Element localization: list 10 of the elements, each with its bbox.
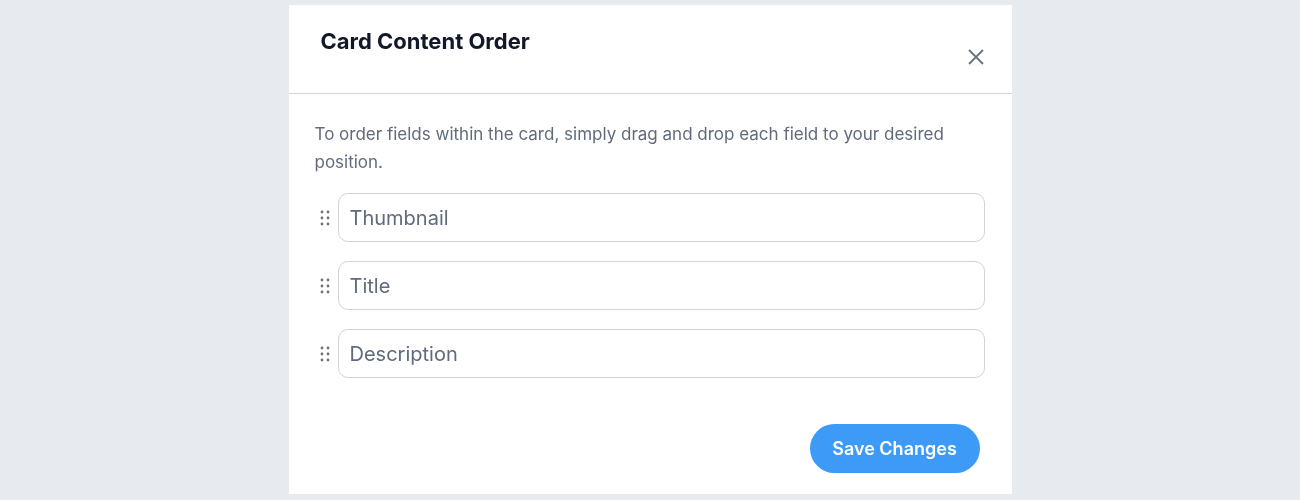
close-icon[interactable] bbox=[965, 47, 986, 67]
instruction-text: To order fields within the card, simply drag and drop each field to your desired position. bbox=[314, 123, 945, 174]
field-input[interactable]: Title bbox=[337, 261, 985, 310]
save-button[interactable]: Save Changes bbox=[809, 424, 980, 473]
field-input[interactable]: Thumbnail bbox=[337, 193, 985, 242]
drag-handle-icon[interactable] bbox=[319, 345, 330, 362]
drag-handle-icon[interactable] bbox=[319, 209, 330, 226]
dialog-title: Card Content Order bbox=[320, 26, 530, 56]
drag-handle-icon[interactable] bbox=[319, 277, 330, 294]
field-input[interactable]: Description bbox=[337, 329, 985, 378]
